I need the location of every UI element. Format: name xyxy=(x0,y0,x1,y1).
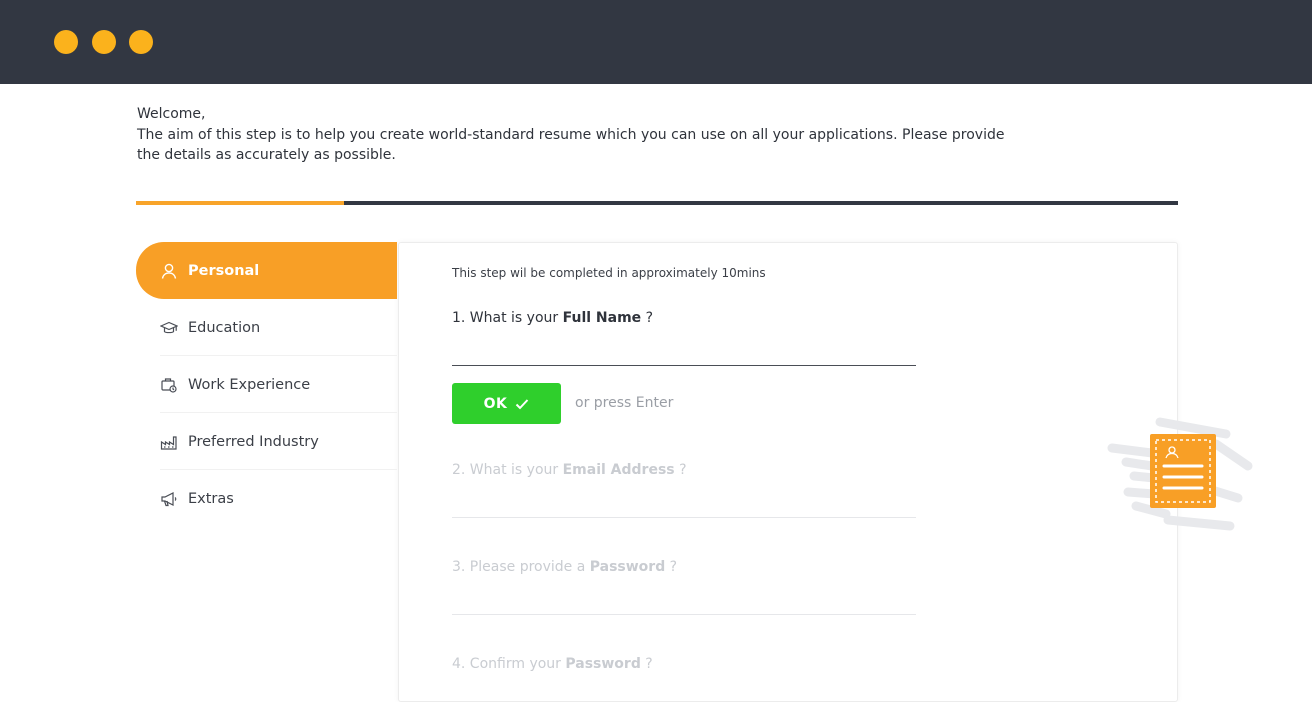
intro-line-1: The aim of this step is to help you crea… xyxy=(137,126,1005,143)
window-titlebar xyxy=(0,0,1312,84)
step-sidebar: Personal Education Work Experience Prefe… xyxy=(136,242,397,527)
intro-text: Welcome, The aim of this step is to help… xyxy=(137,104,1017,166)
window-dot-1[interactable] xyxy=(54,30,78,54)
check-icon xyxy=(515,398,529,410)
question-suffix: ? xyxy=(640,656,653,672)
sidebar-item-label: Work Experience xyxy=(188,376,311,393)
sidebar-item-personal[interactable]: Personal xyxy=(136,242,397,299)
password-underline xyxy=(452,614,916,615)
resume-document-icon xyxy=(1106,414,1258,534)
sidebar-item-education[interactable]: Education xyxy=(136,299,397,356)
step-duration-note: This step wil be completed in approximat… xyxy=(452,266,766,280)
full-name-underline xyxy=(452,365,916,366)
factory-icon xyxy=(160,433,180,451)
question-4-label: 4. Confirm your Password ? xyxy=(452,656,653,672)
question-2-label: 2. What is your Email Address ? xyxy=(452,462,687,478)
sidebar-item-label: Extras xyxy=(188,490,234,507)
sidebar-item-work-experience[interactable]: Work Experience xyxy=(136,356,397,413)
question-text: 4. Confirm your xyxy=(452,656,566,672)
ok-button-label: OK xyxy=(483,395,508,412)
megaphone-icon xyxy=(160,490,180,508)
sidebar-item-preferred-industry[interactable]: Preferred Industry xyxy=(136,413,397,470)
window-dot-2[interactable] xyxy=(92,30,116,54)
press-enter-hint: or press Enter xyxy=(575,395,674,411)
intro-line-2: the details as accurately as possible. xyxy=(137,147,396,163)
password-input[interactable] xyxy=(452,587,916,613)
user-icon xyxy=(160,262,180,280)
graduation-cap-icon xyxy=(160,319,180,337)
question-suffix: ? xyxy=(674,462,687,478)
question-suffix: ? xyxy=(665,559,678,575)
progress-bar xyxy=(136,201,1178,205)
sidebar-item-extras[interactable]: Extras xyxy=(136,470,397,527)
sidebar-item-label: Preferred Industry xyxy=(188,433,319,450)
question-keyword: Password xyxy=(589,559,666,575)
question-suffix: ? xyxy=(641,310,654,326)
progress-bar-fill xyxy=(136,201,345,205)
intro-greeting: Welcome, xyxy=(137,106,206,122)
question-text: 1. What is your xyxy=(452,310,563,326)
email-address-input[interactable] xyxy=(452,490,916,516)
question-text: 3. Please provide a xyxy=(452,559,590,575)
full-name-input[interactable] xyxy=(452,338,916,364)
sidebar-item-label: Education xyxy=(188,319,261,336)
question-keyword: Email Address xyxy=(562,462,675,478)
email-address-underline xyxy=(452,517,916,518)
question-3-label: 3. Please provide a Password ? xyxy=(452,559,677,575)
window-dot-3[interactable] xyxy=(129,30,153,54)
question-keyword: Full Name xyxy=(562,310,642,326)
question-1-label: 1. What is your Full Name ? xyxy=(452,310,653,326)
ok-button[interactable]: OK xyxy=(452,383,561,424)
briefcase-icon xyxy=(160,376,180,394)
question-keyword: Password xyxy=(565,656,641,672)
sidebar-item-label: Personal xyxy=(188,262,260,279)
question-text: 2. What is your xyxy=(452,462,563,478)
